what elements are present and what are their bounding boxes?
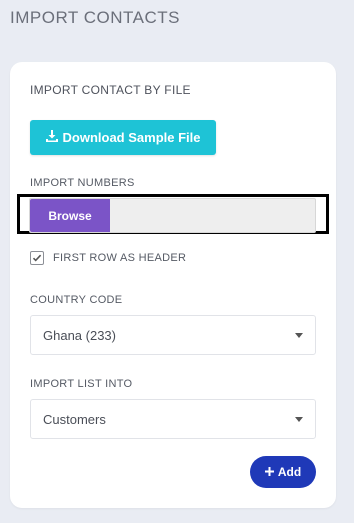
download-sample-button[interactable]: Download Sample File — [30, 120, 216, 155]
import-list-select[interactable]: Customers — [30, 399, 316, 439]
download-icon — [45, 130, 58, 145]
country-code-label: COUNTRY CODE — [30, 294, 123, 306]
first-row-header-option[interactable]: FIRST ROW AS HEADER — [30, 251, 186, 265]
add-label: Add — [277, 465, 302, 479]
file-input[interactable]: Browse — [29, 198, 316, 233]
first-row-header-checkbox[interactable] — [30, 251, 44, 265]
import-numbers-label: IMPORT NUMBERS — [30, 177, 135, 189]
country-code-value: Ghana (233) — [43, 327, 116, 343]
chevron-down-icon — [295, 417, 303, 422]
checkmark-icon — [32, 254, 42, 262]
section-title: IMPORT CONTACT BY FILE — [30, 83, 191, 97]
import-list-label: IMPORT LIST INTO — [30, 378, 133, 390]
import-list-value: Customers — [43, 411, 106, 427]
browse-button[interactable]: Browse — [30, 199, 110, 232]
add-button[interactable]: Add — [250, 456, 316, 488]
plus-icon — [264, 465, 274, 479]
first-row-header-label: FIRST ROW AS HEADER — [53, 252, 187, 264]
import-card: IMPORT CONTACT BY FILE Download Sample F… — [10, 62, 336, 508]
country-code-select[interactable]: Ghana (233) — [30, 315, 316, 355]
download-sample-label: Download Sample File — [62, 130, 201, 145]
page-title: IMPORT CONTACTS — [10, 8, 180, 27]
chevron-down-icon — [295, 333, 303, 338]
